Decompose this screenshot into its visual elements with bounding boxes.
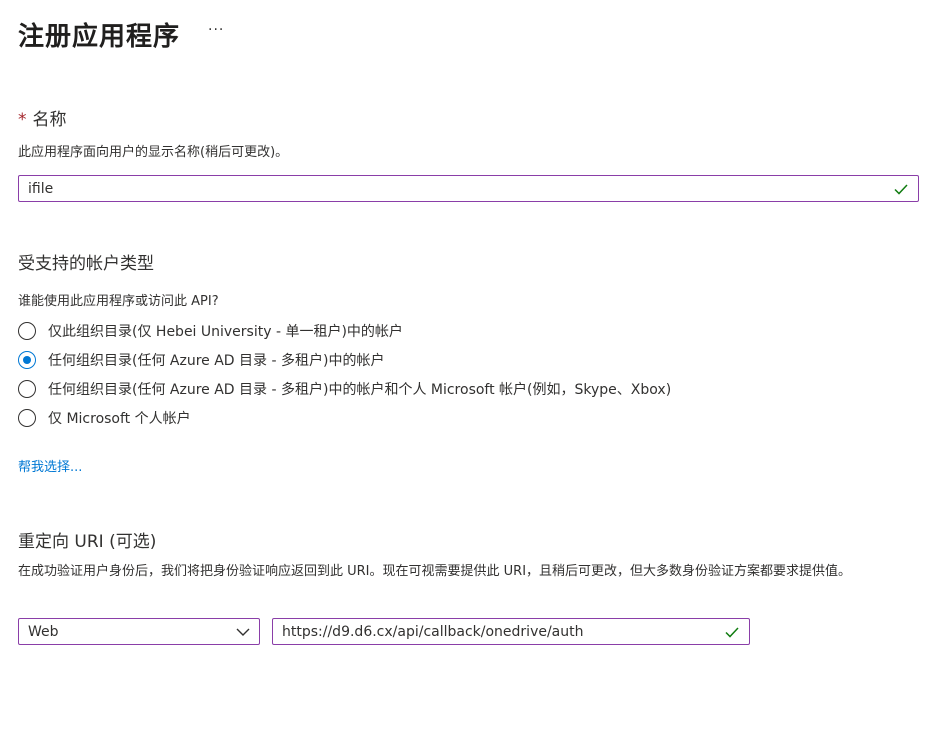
radio-button[interactable] (18, 322, 36, 340)
account-types-question: 谁能使用此应用程序或访问此 API? (18, 294, 219, 309)
name-label: 名称 (32, 110, 67, 130)
required-mark: * (18, 110, 27, 130)
radio-option-single-tenant[interactable]: 仅此组织目录(仅 Hebei University - 单一租户)中的帐户 (18, 321, 403, 341)
radio-label: 仅 Microsoft 个人帐户 (48, 411, 191, 427)
name-label-row: * 名称 (18, 105, 67, 130)
radio-label: 任何组织目录(任何 Azure AD 目录 - 多租户)中的帐户和个人 Micr… (48, 382, 672, 398)
name-input[interactable]: ifile (18, 175, 919, 202)
redirect-uri-description: 在成功验证用户身份后，我们将把身份验证响应返回到此 URI。现在可视需要提供此 … (18, 564, 852, 579)
help-me-choose-link[interactable]: 帮我选择... (18, 456, 82, 475)
radio-button[interactable] (18, 409, 36, 427)
name-description: 此应用程序面向用户的显示名称(稍后可更改)。 (18, 145, 289, 160)
redirect-uri-label: 重定向 URI (可选) (18, 532, 157, 552)
radio-button[interactable] (18, 380, 36, 398)
platform-select-value: Web (28, 623, 59, 640)
page-title: 注册应用程序 (18, 22, 181, 52)
more-options-button[interactable]: ··· (208, 22, 224, 38)
radio-option-multi-tenant[interactable]: 任何组织目录(任何 Azure AD 目录 - 多租户)中的帐户 (18, 350, 384, 370)
valid-check-icon (894, 183, 908, 195)
radio-option-multi-tenant-personal[interactable]: 任何组织目录(任何 Azure AD 目录 - 多租户)中的帐户和个人 Micr… (18, 379, 671, 399)
radio-option-personal-only[interactable]: 仅 Microsoft 个人帐户 (18, 408, 191, 428)
radio-label: 仅此组织目录(仅 Hebei University - 单一租户)中的帐户 (48, 324, 403, 340)
redirect-uri-input[interactable]: https://d9.d6.cx/api/callback/onedrive/a… (272, 618, 750, 645)
platform-select[interactable]: Web (18, 618, 260, 645)
redirect-uri-value: https://d9.d6.cx/api/callback/onedrive/a… (282, 623, 584, 640)
name-input-value: ifile (28, 180, 54, 197)
radio-button-selected[interactable] (18, 351, 36, 369)
radio-label: 任何组织目录(任何 Azure AD 目录 - 多租户)中的帐户 (48, 353, 385, 369)
valid-check-icon (725, 626, 739, 638)
account-types-label: 受支持的帐户类型 (18, 254, 154, 274)
chevron-down-icon (236, 628, 250, 636)
